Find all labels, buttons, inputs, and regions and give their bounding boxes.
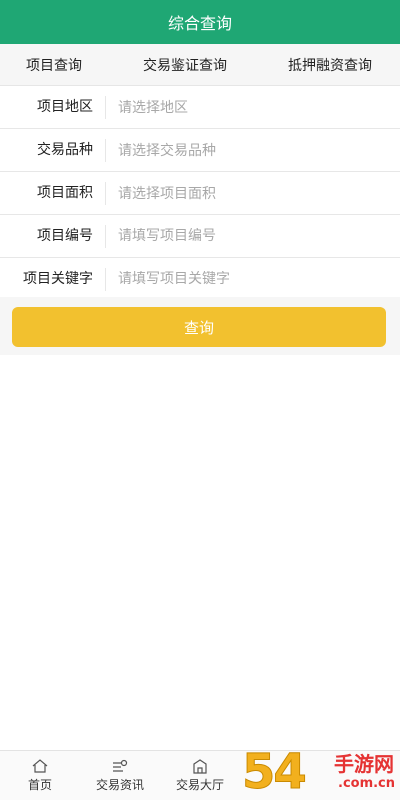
project-number-wrap: [106, 228, 400, 244]
field-label-keyword: 项目关键字: [0, 267, 106, 291]
field-label-trade-type: 交易品种: [0, 138, 106, 162]
query-form: 项目地区 请选择地区 交易品种 请选择交易品种 项目面积 请选择项目面积 项目编…: [0, 86, 400, 301]
tab-transaction-certification-query[interactable]: 交易鉴证查询: [143, 55, 227, 75]
trade-type-select[interactable]: 请选择交易品种: [106, 140, 400, 160]
area-select[interactable]: 请选择项目面积: [106, 183, 400, 203]
field-row-region[interactable]: 项目地区 请选择地区: [0, 86, 400, 129]
keyword-wrap: [106, 271, 400, 287]
field-label-area: 项目面积: [0, 181, 106, 205]
page-title: 综合查询: [167, 14, 232, 33]
tab-project-query[interactable]: 项目查询: [26, 55, 82, 75]
news-icon: [111, 758, 129, 774]
watermark-text: 手游网: [334, 752, 394, 776]
keyword-input[interactable]: [118, 271, 400, 287]
field-row-area[interactable]: 项目面积 请选择项目面积: [0, 172, 400, 215]
watermark-domain: .com.cn: [338, 776, 396, 791]
field-label-region: 项目地区: [0, 95, 106, 119]
field-row-trade-type[interactable]: 交易品种 请选择交易品种: [0, 129, 400, 172]
nav-item-news[interactable]: 交易资讯: [80, 758, 160, 793]
field-row-project-number[interactable]: 项目编号: [0, 215, 400, 258]
query-button[interactable]: 查询: [12, 307, 386, 347]
nav-label-news: 交易资讯: [95, 778, 144, 792]
home-icon: [31, 758, 49, 774]
field-label-project-number: 项目编号: [0, 224, 106, 248]
nav-label-hall: 交易大厅: [175, 778, 224, 792]
nav-label-home: 首页: [27, 778, 52, 792]
query-area: 查询: [0, 297, 400, 355]
watermark-logo: 54 手游网 .com.cn: [238, 742, 400, 800]
watermark-number: 54: [242, 744, 308, 800]
app-root: 综合查询 项目查询 交易鉴证查询 抵押融资查询 项目地区 请选择地区 交易品种 …: [0, 0, 400, 800]
nav-item-home[interactable]: 首页: [0, 758, 80, 793]
project-number-input[interactable]: [118, 228, 400, 244]
app-header: 综合查询: [0, 0, 400, 44]
nav-item-hall[interactable]: 交易大厅: [160, 758, 240, 793]
tab-bar: 项目查询 交易鉴证查询 抵押融资查询: [0, 44, 400, 86]
tab-mortgage-financing-query[interactable]: 抵押融资查询: [288, 55, 372, 75]
field-row-keyword[interactable]: 项目关键字: [0, 258, 400, 301]
building-icon: [191, 758, 209, 774]
region-select[interactable]: 请选择地区: [106, 97, 400, 117]
